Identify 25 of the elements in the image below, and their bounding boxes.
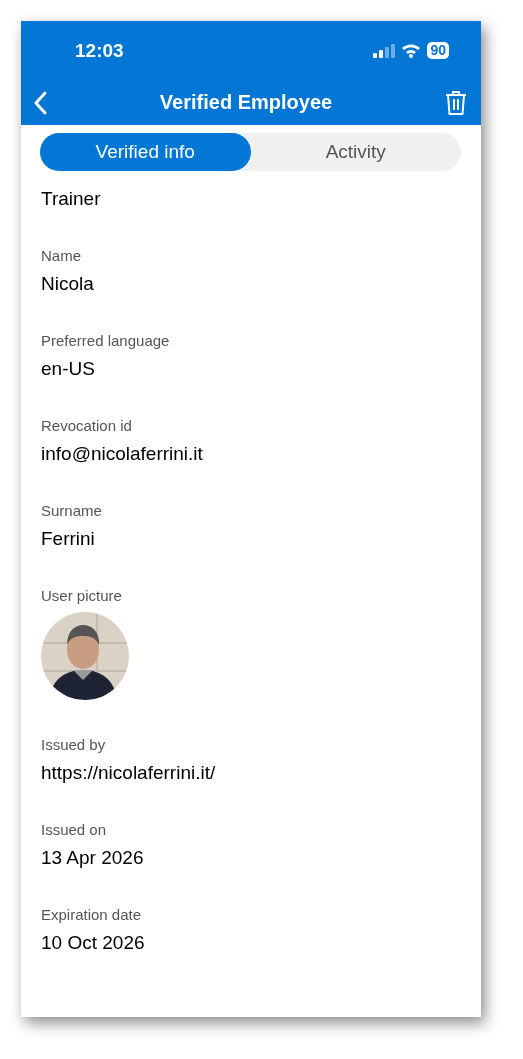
field-value: Ferrini — [41, 527, 96, 551]
field-label: Surname — [41, 502, 103, 520]
field-label: Name — [41, 247, 82, 265]
field-value: Trainer — [41, 187, 102, 211]
field-label: User picture — [41, 587, 123, 605]
field-value: 10 Oct 2026 — [41, 931, 146, 955]
battery-level: 90 — [427, 42, 449, 59]
field-label: Expiration date — [41, 906, 143, 924]
tab[interactable]: Verified info — [40, 133, 251, 171]
field-value: en-US — [41, 357, 96, 381]
field-label: Issued on — [41, 821, 108, 839]
screen-title: Verified Employee — [158, 91, 334, 114]
field-label: Issued by — [41, 736, 107, 754]
field-value: 13 Apr 2026 — [41, 846, 145, 870]
field-label: Revocation id — [41, 417, 133, 435]
wifi-icon — [401, 43, 422, 58]
tab[interactable]: Activity — [250, 133, 461, 171]
field-value: Nicola — [41, 272, 95, 296]
field-value: https://nicolaferrini.it/ — [41, 761, 217, 785]
trash-icon[interactable] — [445, 89, 467, 116]
status-time: 12:03 — [75, 39, 125, 62]
back-icon[interactable] — [33, 90, 47, 115]
field-label: Preferred language — [41, 332, 171, 350]
field-value: info@nicolaferrini.it — [41, 442, 204, 466]
signal-icon — [373, 43, 396, 58]
